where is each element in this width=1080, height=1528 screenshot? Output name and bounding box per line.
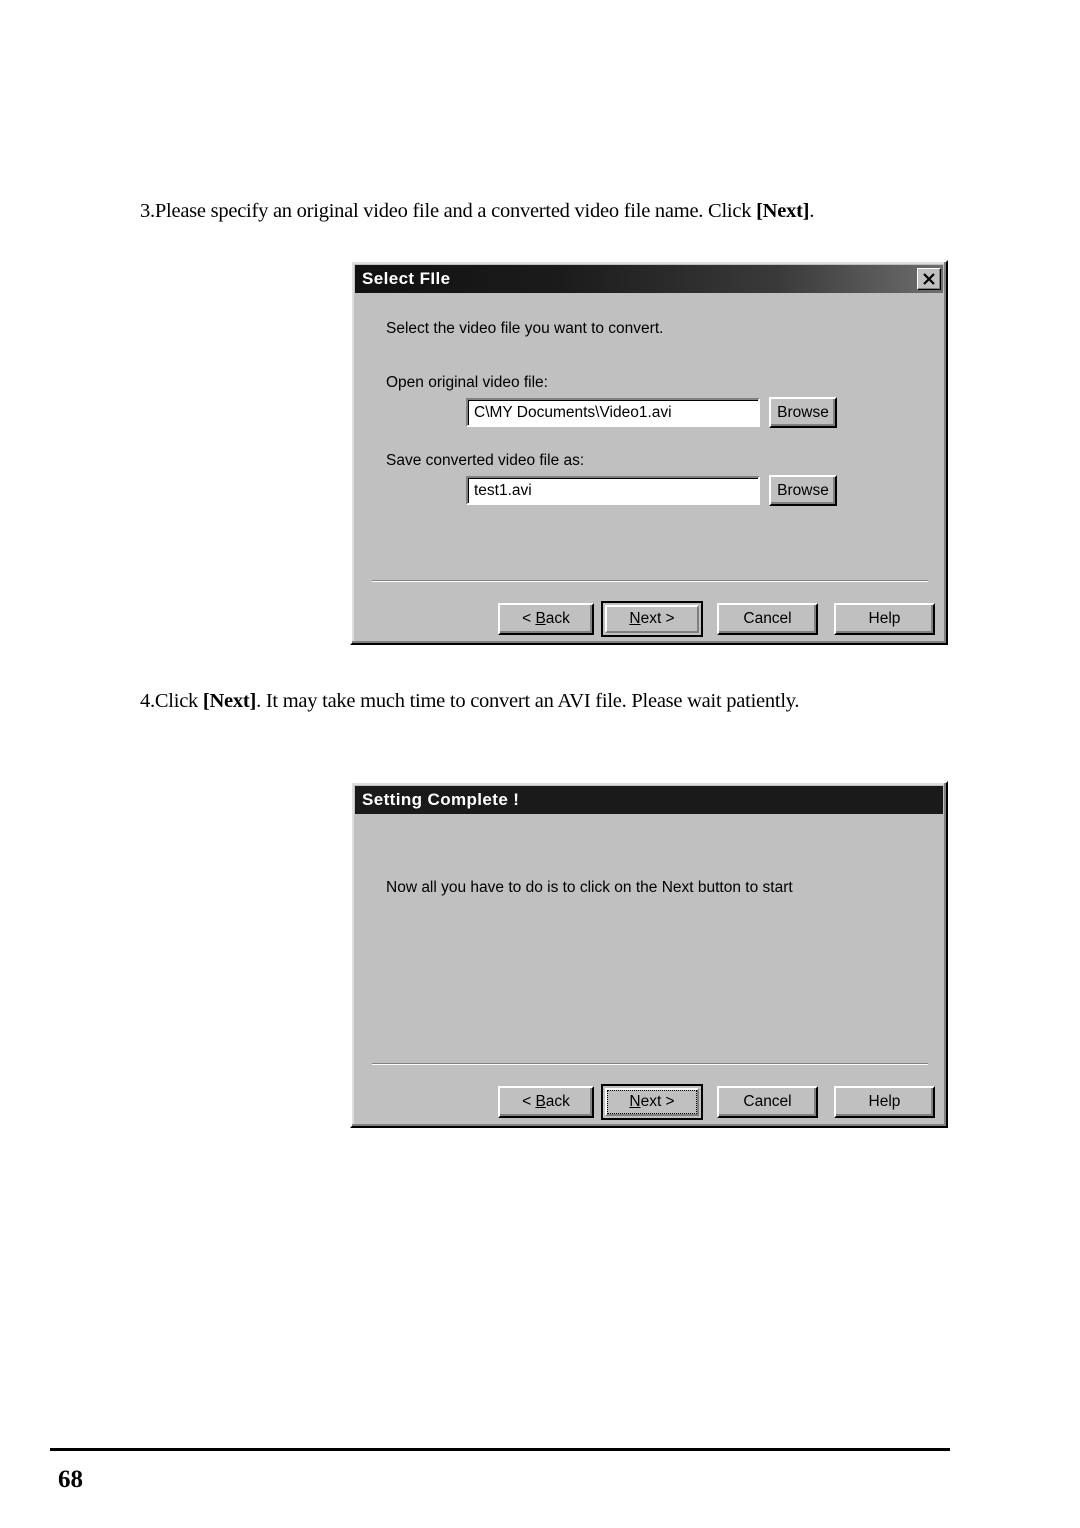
save-converted-video-file-input[interactable]: test1.avi [466,476,760,505]
cancel-button-label: Cancel [743,610,792,627]
next-button-label: Next > [629,1093,675,1110]
instruction-step-3-prefix: 3.Please specify an original video file … [140,200,757,222]
page-number: 68 [58,1466,83,1493]
titlebar-select-file: Select FIle [355,265,943,293]
instruction-step-4-suffix: . It may take much time to convert an AV… [256,690,800,712]
instruction-step-3-suffix: . [809,200,815,222]
instruction-step-4-prefix: 4.Click [140,690,203,712]
help-button[interactable]: Help [834,603,935,635]
titlebar-title-setting-complete: Setting Complete ! [362,790,520,809]
browse-open-button[interactable]: Browse [769,397,837,428]
browse-save-button-label: Browse [777,481,829,499]
help-button[interactable]: Help [834,1086,935,1118]
instruction-step-4-emphasis: [Next] [202,690,257,712]
help-button-label: Help [868,610,901,627]
select-file-intro-text: Select the video file you want to conver… [386,320,664,337]
browse-save-button[interactable]: Browse [769,475,837,506]
open-original-video-file-label: Open original video file: [386,374,548,391]
footer-divider [50,1448,950,1451]
dialog-select-file: Select FIle Select the video file you wa… [350,260,948,645]
next-button-label: Next > [629,610,675,627]
setting-complete-body-text: Now all you have to do is to click on th… [386,879,793,896]
save-converted-video-file-label: Save converted video file as: [386,452,585,469]
next-button[interactable]: Next > [601,601,703,637]
instruction-step-4: 4.Click [Next]. It may take much time to… [140,688,940,714]
titlebar-setting-complete: Setting Complete ! [355,786,943,814]
instruction-step-3: 3.Please specify an original video file … [140,198,940,224]
button-row-separator [372,580,928,582]
instruction-step-3-emphasis: [Next] [756,200,810,222]
browse-open-button-label: Browse [777,403,829,421]
cancel-button[interactable]: Cancel [717,1086,818,1118]
back-button[interactable]: < Back [498,603,594,635]
back-button[interactable]: < Back [498,1086,594,1118]
help-button-label: Help [868,1093,901,1110]
close-icon[interactable] [917,268,941,290]
back-button-label: < Back [522,610,570,627]
dialog-setting-complete: Setting Complete ! Now all you have to d… [350,781,948,1128]
cancel-button[interactable]: Cancel [717,603,818,635]
titlebar-title-select-file: Select FIle [362,269,451,288]
open-original-video-file-input[interactable]: C\MY Documents\Video1.avi [466,398,760,427]
cancel-button-label: Cancel [743,1093,792,1110]
next-button[interactable]: Next > [601,1084,703,1120]
button-row-separator [372,1063,928,1065]
back-button-label: < Back [522,1093,570,1110]
